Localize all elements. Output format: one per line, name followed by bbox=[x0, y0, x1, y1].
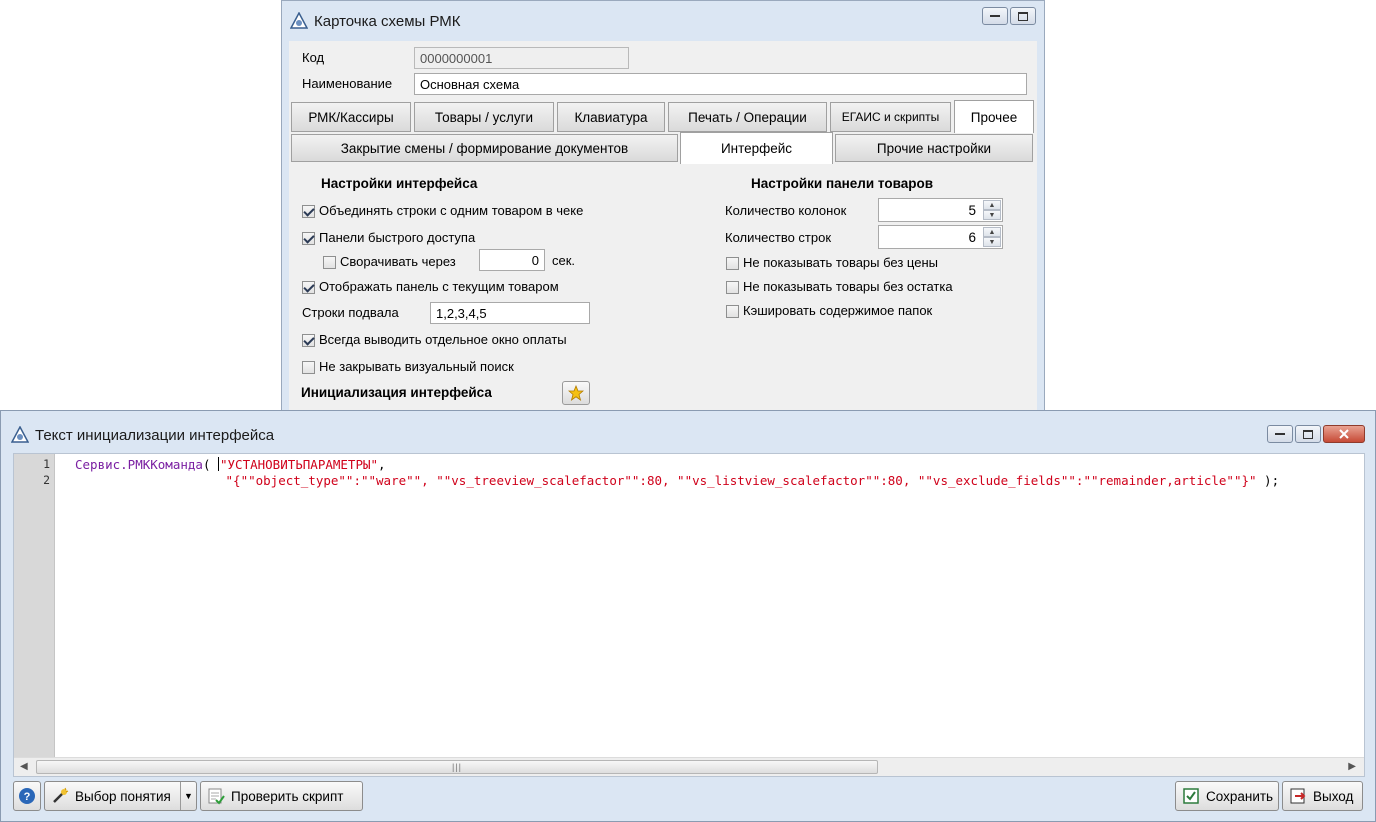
merge-rows-label: Объединять строки с одним товаром в чеке bbox=[319, 203, 584, 218]
app-icon bbox=[289, 11, 309, 30]
check-script-button[interactable]: Проверить скрипт bbox=[200, 781, 363, 811]
rows-spinner[interactable]: 6 ▲ ▼ bbox=[878, 225, 1003, 249]
scrollbar-thumb[interactable]: ||| bbox=[36, 760, 878, 774]
init-text-window: Текст инициализации интерфейса 1 2 Серви… bbox=[0, 410, 1376, 822]
tab-other[interactable]: Прочее bbox=[954, 100, 1034, 133]
spin-up-icon[interactable]: ▲ bbox=[983, 227, 1001, 237]
exit-icon bbox=[1289, 787, 1307, 805]
init-text-titlebar: Текст инициализации интерфейса bbox=[1, 411, 1375, 459]
choose-concept-label: Выбор понятия bbox=[75, 788, 171, 804]
init-interface-button[interactable] bbox=[562, 381, 590, 405]
code-close-paren: ); bbox=[1256, 473, 1280, 488]
line-number: 1 bbox=[43, 457, 50, 471]
scheme-card-title: Карточка схемы РМК bbox=[314, 12, 461, 30]
check-script-label: Проверить скрипт bbox=[231, 788, 344, 804]
line-number: 2 bbox=[43, 473, 50, 487]
collapse-after-label: Сворачивать через bbox=[340, 254, 456, 269]
hide-no-stock-label: Не показывать товары без остатка bbox=[743, 279, 953, 294]
save-label: Сохранить bbox=[1206, 788, 1274, 804]
scheme-card-titlebar: Карточка схемы РМК bbox=[282, 1, 1044, 41]
code-comma: , bbox=[378, 457, 386, 472]
app-icon bbox=[10, 425, 30, 444]
spin-down-icon[interactable]: ▼ bbox=[983, 237, 1001, 247]
choose-concept-button[interactable]: Выбор понятия ▼ bbox=[44, 781, 197, 811]
code-open-paren: ( bbox=[202, 457, 218, 472]
code-line-1[interactable]: Сервис.РМККоманда( "УСТАНОВИТЬПАРАМЕТРЫ"… bbox=[75, 457, 386, 472]
collapse-after-checkbox[interactable] bbox=[323, 256, 336, 269]
code-command-string: "УСТАНОВИТЬПАРАМЕТРЫ" bbox=[220, 457, 379, 472]
spin-down-icon[interactable]: ▼ bbox=[983, 210, 1001, 220]
payment-window-checkbox[interactable] bbox=[302, 334, 315, 347]
quick-panels-label: Панели быстрого доступа bbox=[319, 230, 476, 245]
tab-egais-scripts[interactable]: ЕГАИС и скрипты bbox=[830, 102, 951, 132]
scheme-card-body: Код 0000000001 Наименование Основная схе… bbox=[289, 41, 1037, 415]
cache-folders-label: Кэшировать содержимое папок bbox=[743, 303, 933, 318]
minimize-button[interactable] bbox=[1267, 425, 1293, 443]
help-icon: ? bbox=[19, 788, 35, 804]
star-icon bbox=[568, 385, 584, 401]
columns-value: 5 bbox=[968, 203, 976, 218]
tab-keyboard[interactable]: Клавиатура bbox=[557, 102, 665, 132]
svg-text:?: ? bbox=[24, 791, 31, 803]
collapse-seconds-field[interactable]: 0 bbox=[479, 249, 545, 271]
columns-spinner[interactable]: 5 ▲ ▼ bbox=[878, 198, 1003, 222]
name-field[interactable]: Основная схема bbox=[414, 73, 1027, 95]
horizontal-scrollbar[interactable]: ◀ ||| ▶ bbox=[14, 757, 1364, 776]
code-object: Сервис.РМККоманда bbox=[75, 457, 203, 472]
tab-shift-closing[interactable]: Закрытие смены / формирование документов bbox=[291, 134, 678, 162]
maximize-button[interactable] bbox=[1295, 425, 1321, 443]
maximize-button[interactable] bbox=[1010, 7, 1036, 25]
interface-settings-title: Настройки интерфейса bbox=[321, 176, 478, 191]
scroll-right-icon[interactable]: ▶ bbox=[1348, 761, 1356, 772]
hide-no-stock-checkbox[interactable] bbox=[726, 281, 739, 294]
tab-rmk-cashiers[interactable]: РМК/Кассиры bbox=[291, 102, 411, 132]
footer-rows-field[interactable]: 1,2,3,4,5 bbox=[430, 302, 590, 324]
code-params-string: "{""object_type"":""ware"", ""vs_treevie… bbox=[225, 473, 1257, 488]
hide-no-price-label: Не показывать товары без цены bbox=[743, 255, 938, 270]
merge-rows-checkbox[interactable] bbox=[302, 205, 315, 218]
script-editor[interactable]: 1 2 Сервис.РМККоманда( "УСТАНОВИТЬПАРАМЕ… bbox=[13, 453, 1365, 777]
init-interface-label: Инициализация интерфейса bbox=[301, 385, 492, 400]
save-button[interactable]: Сохранить bbox=[1175, 781, 1279, 811]
hide-no-price-checkbox[interactable] bbox=[726, 257, 739, 270]
tab-print-operations[interactable]: Печать / Операции bbox=[668, 102, 827, 132]
init-text-title: Текст инициализации интерфейса bbox=[35, 426, 275, 444]
footer-rows-label: Строки подвала bbox=[302, 305, 399, 320]
help-button[interactable]: ? bbox=[13, 781, 41, 811]
tab-other-settings[interactable]: Прочие настройки bbox=[835, 134, 1033, 162]
quick-panels-checkbox[interactable] bbox=[302, 232, 315, 245]
chevron-down-icon[interactable]: ▼ bbox=[180, 782, 196, 810]
code-line-2[interactable]: "{""object_type"":""ware"", ""vs_treevie… bbox=[75, 473, 1280, 488]
minimize-button[interactable] bbox=[982, 7, 1008, 25]
code-field: 0000000001 bbox=[414, 47, 629, 69]
tab-goods-services[interactable]: Товары / услуги bbox=[414, 102, 554, 132]
payment-window-label: Всегда выводить отдельное окно оплаты bbox=[319, 332, 567, 347]
show-current-panel-checkbox[interactable] bbox=[302, 281, 315, 294]
spin-up-icon[interactable]: ▲ bbox=[983, 200, 1001, 210]
close-button[interactable] bbox=[1323, 425, 1365, 443]
exit-label: Выход bbox=[1313, 788, 1354, 804]
cache-folders-checkbox[interactable] bbox=[726, 305, 739, 318]
show-current-panel-label: Отображать панель с текущим товаром bbox=[319, 279, 559, 294]
wand-icon bbox=[51, 787, 69, 805]
seconds-unit-label: сек. bbox=[552, 253, 576, 268]
scroll-left-icon[interactable]: ◀ bbox=[20, 761, 28, 772]
line-number-gutter: 1 2 bbox=[14, 454, 55, 776]
visual-search-checkbox[interactable] bbox=[302, 361, 315, 374]
name-label: Наименование bbox=[302, 76, 393, 91]
check-script-icon bbox=[207, 787, 225, 805]
goods-panel-title: Настройки панели товаров bbox=[751, 176, 934, 191]
code-label: Код bbox=[302, 50, 325, 65]
rows-label: Количество строк bbox=[725, 230, 832, 245]
scheme-card-window: Карточка схемы РМК Код 0000000001 Наимен… bbox=[281, 0, 1045, 415]
exit-button[interactable]: Выход bbox=[1282, 781, 1363, 811]
visual-search-label: Не закрывать визуальный поиск bbox=[319, 359, 514, 374]
rows-value: 6 bbox=[968, 230, 976, 245]
tab-interface[interactable]: Интерфейс bbox=[680, 132, 833, 164]
columns-label: Количество колонок bbox=[725, 203, 847, 218]
text-cursor bbox=[218, 457, 219, 471]
save-icon bbox=[1182, 787, 1200, 805]
